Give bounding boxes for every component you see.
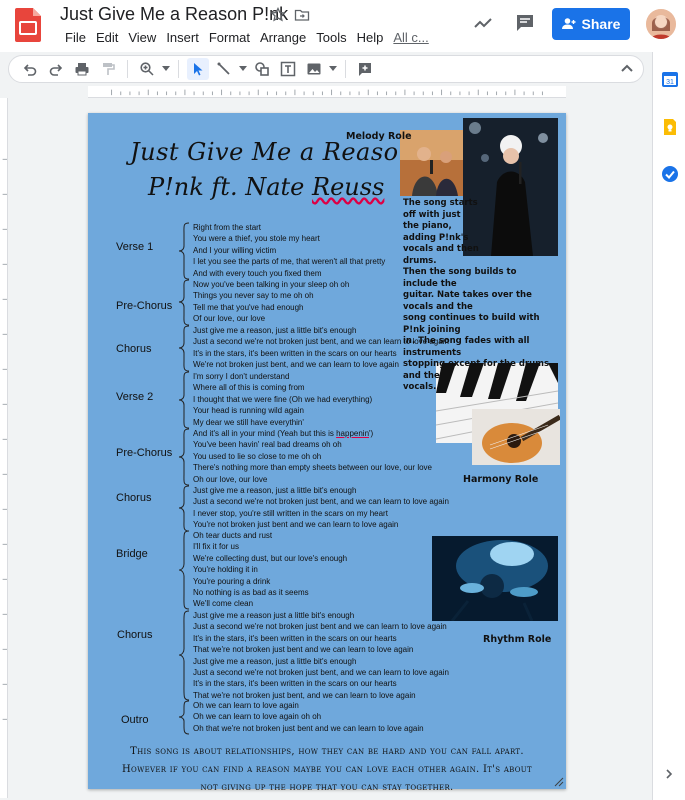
menu-arrange[interactable]: Arrange	[255, 29, 311, 47]
comment-icon[interactable]	[354, 58, 376, 80]
move-to-folder-icon[interactable]	[294, 7, 310, 23]
slide-artist[interactable]: P!nk ft. Nate Reuss	[148, 173, 384, 201]
horizontal-ruler	[88, 86, 566, 98]
share-button[interactable]: Share	[552, 8, 630, 40]
section-label-pre-chorus-1[interactable]: Pre-Chorus	[116, 300, 172, 312]
collapse-toolbar-chevron-up-icon[interactable]	[618, 60, 636, 78]
shape-icon[interactable]	[251, 58, 273, 80]
menu-bar: File Edit View Insert Format Arrange Too…	[60, 29, 434, 47]
brace-bridge	[178, 530, 190, 610]
section-label-outro[interactable]: Outro	[121, 714, 149, 726]
menu-edit[interactable]: Edit	[91, 29, 123, 47]
photo-guitar[interactable]	[472, 409, 560, 465]
brace-verse-1	[178, 222, 190, 280]
section-label-chorus-1[interactable]: Chorus	[116, 343, 151, 355]
tasks-icon[interactable]	[661, 165, 679, 183]
lyrics-pre-chorus-1[interactable]: Now you've been talking in your sleep oh…	[193, 279, 349, 325]
resize-handle-icon[interactable]	[552, 775, 564, 787]
side-panel: 31	[652, 52, 685, 800]
song-summary[interactable]: This song is about relationships, how th…	[112, 743, 542, 797]
star-icon[interactable]	[270, 6, 286, 23]
calendar-icon[interactable]: 31	[661, 70, 679, 88]
select-icon[interactable]	[187, 58, 209, 80]
lyrics-chorus-3[interactable]: Just give me a reason just a little bit'…	[193, 610, 449, 701]
lyrics-chorus-1[interactable]: Just give me a reason, just a little bit…	[193, 325, 449, 371]
line-dropdown-chevron-icon[interactable]	[239, 58, 247, 80]
menu-tools[interactable]: Tools	[311, 29, 351, 47]
lyrics-verse-1[interactable]: Right from the start You were a thief, y…	[193, 222, 385, 279]
photo-drummer[interactable]	[432, 536, 558, 621]
section-label-chorus-2[interactable]: Chorus	[116, 492, 151, 504]
app-header: Just Give Me a Reason P!nk File Edit Vie…	[0, 0, 685, 52]
zoom-icon[interactable]	[136, 58, 158, 80]
lyrics-bridge[interactable]: Oh tear ducts and rust I'll fix it for u…	[193, 530, 347, 610]
brace-chorus-1	[178, 325, 190, 372]
brace-outro	[178, 700, 190, 735]
image-icon[interactable]	[303, 58, 325, 80]
brace-pre-chorus-1	[178, 279, 190, 326]
slide-title[interactable]: Just Give Me a Reason	[130, 138, 415, 166]
menu-view[interactable]: View	[123, 29, 161, 47]
brace-verse-2	[178, 371, 190, 429]
harmony-role-label[interactable]: Harmony Role	[463, 474, 538, 485]
document-title[interactable]: Just Give Me a Reason P!nk	[60, 4, 288, 25]
image-dropdown-chevron-icon[interactable]	[329, 58, 337, 80]
all-changes-saved-link[interactable]: All c...	[388, 29, 433, 47]
menu-insert[interactable]: Insert	[161, 29, 204, 47]
lyrics-verse-2[interactable]: I'm sorry I don't understand Where all o…	[193, 371, 372, 428]
menu-help[interactable]: Help	[352, 29, 389, 47]
brace-pre-chorus-2	[178, 428, 190, 486]
lyrics-outro[interactable]: Oh we can learn to love again Oh we can …	[193, 700, 424, 734]
slides-app: Just Give Me a Reason P!nk File Edit Vie…	[0, 0, 685, 800]
person-add-icon	[561, 18, 576, 29]
section-label-pre-chorus-2[interactable]: Pre-Chorus	[116, 447, 172, 459]
expand-panel-chevron-right-icon[interactable]	[663, 768, 675, 780]
spellcheck-word: happenin	[336, 429, 370, 438]
lyrics-pre-chorus-2[interactable]: And it's all in your mind (Yeah but this…	[193, 428, 432, 485]
section-label-chorus-3[interactable]: Chorus	[117, 629, 152, 641]
melody-role-label[interactable]: Melody Role	[346, 131, 412, 142]
line-icon[interactable]	[213, 58, 235, 80]
spellcheck-word: Reuss	[312, 173, 385, 201]
lyrics-chorus-2[interactable]: Just give me a reason, just a little bit…	[193, 485, 449, 531]
activity-trend-icon[interactable]	[472, 12, 494, 34]
print-icon[interactable]	[71, 58, 93, 80]
section-label-verse-1[interactable]: Verse 1	[116, 241, 153, 253]
menu-format[interactable]: Format	[204, 29, 255, 47]
zoom-dropdown-chevron-icon[interactable]	[162, 58, 170, 80]
menu-file[interactable]: File	[60, 29, 91, 47]
redo-icon[interactable]	[45, 58, 67, 80]
section-label-verse-2[interactable]: Verse 2	[116, 391, 153, 403]
comment-history-icon[interactable]	[514, 12, 536, 34]
brace-chorus-3	[178, 610, 190, 701]
brace-chorus-2	[178, 485, 190, 532]
vertical-ruler	[0, 98, 8, 798]
section-label-bridge[interactable]: Bridge	[116, 548, 148, 560]
keep-notes-icon[interactable]	[661, 118, 679, 136]
account-avatar[interactable]	[646, 9, 676, 39]
undo-icon[interactable]	[19, 58, 41, 80]
slides-logo-icon[interactable]	[15, 8, 41, 42]
paint-format-icon[interactable]	[97, 58, 119, 80]
editing-toolbar	[8, 55, 644, 83]
svg-text:31: 31	[666, 79, 674, 86]
rhythm-role-label[interactable]: Rhythm Role	[483, 634, 551, 645]
share-label: Share	[581, 16, 621, 32]
text-box-icon[interactable]	[277, 58, 299, 80]
